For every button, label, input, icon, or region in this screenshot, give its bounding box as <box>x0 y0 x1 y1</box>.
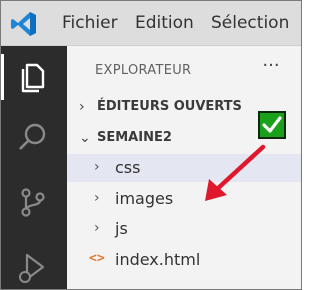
tree-item-label: css <box>115 158 141 177</box>
open-editors-label: ÉDITEURS OUVERTS <box>97 99 242 114</box>
explorer-title: EXPLORATEUR <box>95 63 192 78</box>
title-bar: Fichier Edition Sélection <box>1 1 301 46</box>
search-icon[interactable] <box>15 120 51 156</box>
source-control-icon[interactable] <box>15 184 51 220</box>
chevron-right-icon: › <box>94 159 100 175</box>
menu-fichier[interactable]: Fichier <box>62 13 118 33</box>
workspace-folder-label: SEMAINE2 <box>97 130 172 145</box>
tree-item-label: index.html <box>115 250 201 269</box>
chevron-down-icon: ⌄ <box>79 130 91 146</box>
menu-edition[interactable]: Edition <box>135 13 194 33</box>
red-arrow-icon <box>205 144 266 201</box>
more-actions-button[interactable]: ··· <box>257 56 285 80</box>
active-indicator <box>1 54 4 100</box>
run-debug-icon[interactable] <box>15 249 51 285</box>
vscode-window: Fichier Edition Sélection EXPLORATEUR ··… <box>0 0 302 290</box>
tree-item-js[interactable]: › js <box>67 215 301 243</box>
checkmark-icon <box>262 116 282 133</box>
chevron-right-icon: › <box>94 220 100 236</box>
chevron-right-icon: › <box>94 190 100 206</box>
checkmark-badge-icon <box>258 111 286 139</box>
tree-item-label: js <box>115 219 128 238</box>
menu-selection[interactable]: Sélection <box>211 13 289 33</box>
explorer-files-icon[interactable] <box>15 59 51 95</box>
chevron-right-icon: › <box>79 99 85 115</box>
html-file-icon: <> <box>89 251 105 266</box>
activity-bar <box>1 46 67 289</box>
vscode-logo-icon <box>11 12 36 36</box>
tree-item-label: images <box>115 189 174 208</box>
tree-item-index-html[interactable]: <> index.html <box>67 246 301 274</box>
